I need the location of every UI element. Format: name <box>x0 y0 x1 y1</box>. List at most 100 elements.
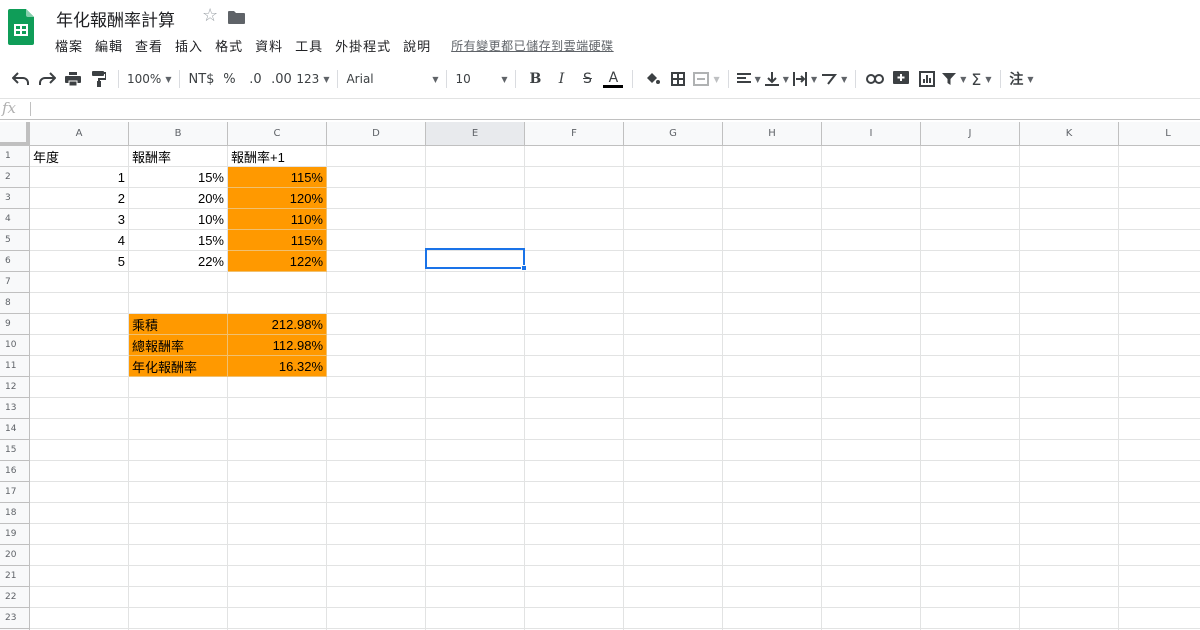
functions-icon[interactable]: Σ ▼ <box>970 68 992 90</box>
percent-format-button[interactable]: % <box>218 68 240 90</box>
grid-cell[interactable] <box>723 503 822 524</box>
cell-b2[interactable]: 15% <box>129 167 228 188</box>
cell-b5[interactable]: 15% <box>129 230 228 251</box>
grid-cell[interactable] <box>1020 398 1119 419</box>
grid-cell[interactable] <box>624 251 723 272</box>
grid-cell[interactable] <box>426 503 525 524</box>
grid-cell[interactable] <box>129 377 228 398</box>
grid-cell[interactable] <box>327 398 426 419</box>
grid-cell[interactable] <box>30 272 129 293</box>
currency-format-button[interactable]: NT$ <box>188 68 214 90</box>
grid-cell[interactable] <box>327 608 426 629</box>
strikethrough-icon[interactable]: S <box>576 68 598 90</box>
column-header-h[interactable]: H <box>723 122 822 146</box>
increase-decimal-button[interactable]: .00 <box>270 68 292 90</box>
grid-cell[interactable] <box>624 272 723 293</box>
grid-cell[interactable] <box>327 524 426 545</box>
row-header-11[interactable]: 11 <box>0 356 30 377</box>
bold-icon[interactable]: B <box>524 68 546 90</box>
grid-cell[interactable] <box>30 482 129 503</box>
grid-cell[interactable] <box>129 608 228 629</box>
grid-cell[interactable] <box>822 566 921 587</box>
fill-handle[interactable] <box>521 265 527 271</box>
grid-cell[interactable] <box>723 356 822 377</box>
grid-cell[interactable] <box>723 545 822 566</box>
row-header-12[interactable]: 12 <box>0 377 30 398</box>
row-header-5[interactable]: 5 <box>0 230 30 251</box>
cell-b10[interactable]: 總報酬率 <box>129 335 228 356</box>
column-header-g[interactable]: G <box>624 122 723 146</box>
grid-cell[interactable] <box>30 419 129 440</box>
grid-cell[interactable] <box>822 251 921 272</box>
column-header-i[interactable]: I <box>822 122 921 146</box>
grid-cell[interactable] <box>624 524 723 545</box>
grid-cell[interactable] <box>30 587 129 608</box>
grid-cell[interactable] <box>30 503 129 524</box>
row-header-2[interactable]: 2 <box>0 167 30 188</box>
cell-c5[interactable]: 115% <box>228 230 327 251</box>
grid-cell[interactable] <box>822 272 921 293</box>
grid-cell[interactable] <box>1020 419 1119 440</box>
save-status-link[interactable]: 所有變更都已儲存到雲端硬碟 <box>451 37 614 54</box>
print-icon[interactable] <box>62 68 84 90</box>
grid-cell[interactable] <box>129 524 228 545</box>
grid-cell[interactable] <box>723 188 822 209</box>
grid-cell[interactable] <box>1020 482 1119 503</box>
grid-cell[interactable] <box>822 461 921 482</box>
grid-cell[interactable] <box>723 461 822 482</box>
grid-cell[interactable] <box>624 314 723 335</box>
column-header-d[interactable]: D <box>327 122 426 146</box>
grid-cell[interactable] <box>327 314 426 335</box>
grid-cell[interactable] <box>1020 356 1119 377</box>
grid-cell[interactable] <box>525 482 624 503</box>
grid-cell[interactable] <box>1020 293 1119 314</box>
grid-cell[interactable] <box>723 482 822 503</box>
grid-cell[interactable] <box>624 230 723 251</box>
column-header-a[interactable]: A <box>30 122 129 146</box>
grid-cell[interactable] <box>1020 566 1119 587</box>
grid-cell[interactable] <box>228 440 327 461</box>
grid-cell[interactable] <box>624 335 723 356</box>
grid-cell[interactable] <box>1119 440 1200 461</box>
grid-cell[interactable] <box>327 377 426 398</box>
grid-cell[interactable] <box>228 461 327 482</box>
input-tools-button[interactable]: 注 ▼ <box>1009 68 1033 90</box>
menu-tools[interactable]: 工具 <box>295 36 323 55</box>
grid-cell[interactable] <box>723 314 822 335</box>
cell-c4[interactable]: 110% <box>228 209 327 230</box>
grid-cell[interactable] <box>822 293 921 314</box>
grid-cell[interactable] <box>723 293 822 314</box>
zoom-select[interactable]: 100% ▼ <box>127 68 171 90</box>
grid-cell[interactable] <box>228 419 327 440</box>
grid-cell[interactable] <box>624 398 723 419</box>
grid-cell[interactable] <box>426 524 525 545</box>
row-header-16[interactable]: 16 <box>0 461 30 482</box>
grid-cell[interactable] <box>1119 272 1200 293</box>
grid-cell[interactable] <box>921 566 1020 587</box>
grid-cell[interactable] <box>822 167 921 188</box>
grid-cell[interactable] <box>129 419 228 440</box>
row-header-10[interactable]: 10 <box>0 335 30 356</box>
grid-cell[interactable] <box>525 293 624 314</box>
grid-cell[interactable] <box>723 608 822 629</box>
grid-cell[interactable] <box>426 482 525 503</box>
grid-cell[interactable] <box>822 230 921 251</box>
folder-icon[interactable] <box>228 11 245 24</box>
row-header-21[interactable]: 21 <box>0 566 30 587</box>
grid-cell[interactable] <box>525 272 624 293</box>
grid-cell[interactable] <box>624 545 723 566</box>
grid-cell[interactable] <box>822 482 921 503</box>
cell-a4[interactable]: 3 <box>30 209 129 230</box>
grid-cell[interactable] <box>723 377 822 398</box>
grid-cell[interactable] <box>525 146 624 167</box>
grid-cell[interactable] <box>327 230 426 251</box>
insert-chart-icon[interactable] <box>916 68 938 90</box>
grid-cell[interactable] <box>1119 167 1200 188</box>
decrease-decimal-button[interactable]: .0 <box>244 68 266 90</box>
grid-cell[interactable] <box>723 419 822 440</box>
grid-cell[interactable] <box>723 398 822 419</box>
font-size-select[interactable]: 10 ▼ <box>455 68 507 90</box>
grid-cell[interactable] <box>1119 314 1200 335</box>
row-header-15[interactable]: 15 <box>0 440 30 461</box>
grid-cell[interactable] <box>822 377 921 398</box>
